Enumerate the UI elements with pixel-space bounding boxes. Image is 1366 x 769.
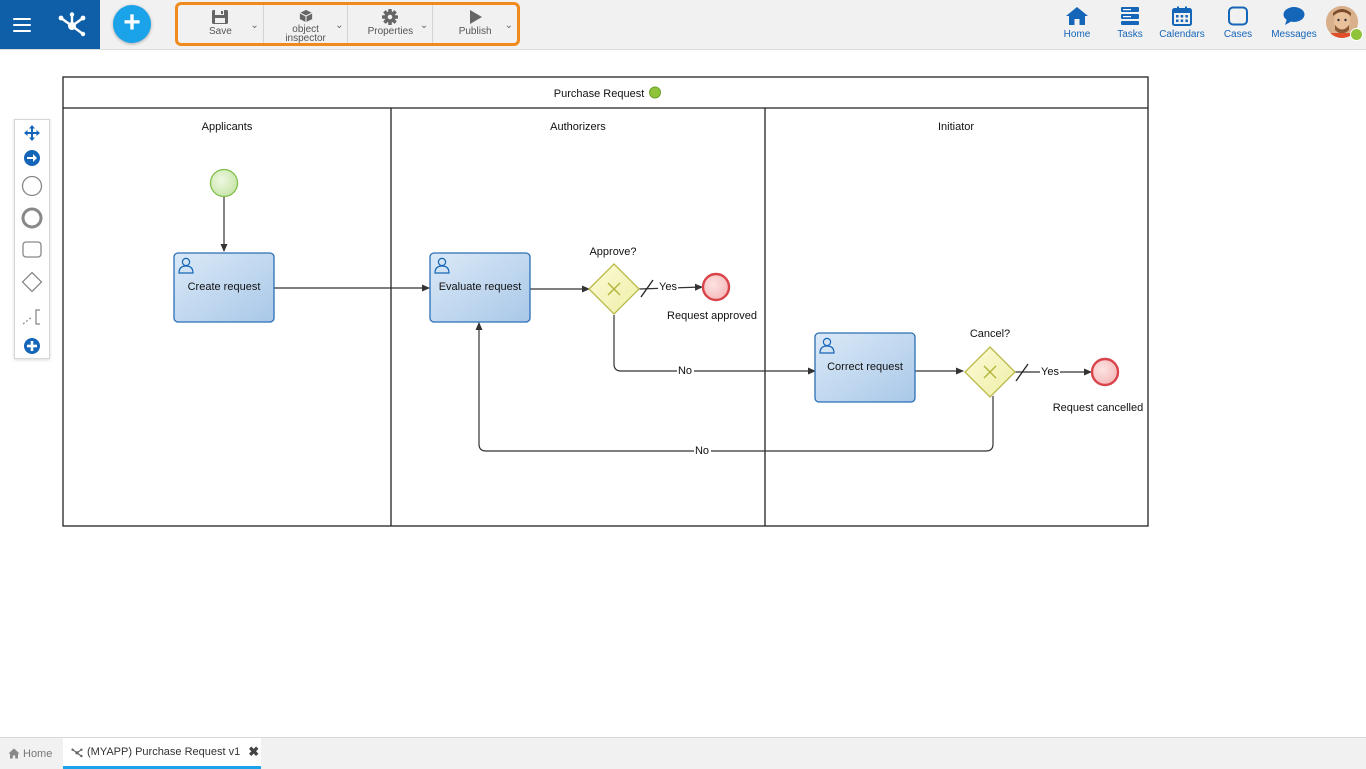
- pool-status-dot: [649, 86, 661, 99]
- add-button[interactable]: +: [113, 5, 151, 43]
- task-create-label: Create request: [188, 281, 261, 293]
- task-create-request[interactable]: Create request: [173, 252, 275, 323]
- properties-label: Properties: [367, 26, 414, 37]
- publish-button[interactable]: Publish ⌄: [432, 5, 517, 43]
- chevron-down-icon[interactable]: ⌄: [250, 20, 258, 31]
- object-inspector-button[interactable]: object inspector ⌄: [262, 5, 348, 44]
- nav-cases[interactable]: Cases: [1224, 6, 1252, 40]
- nav-cases-label: Cases: [1223, 29, 1253, 40]
- tab-purchase-request[interactable]: (MYAPP) Purchase Request v1 ✖: [63, 738, 261, 769]
- online-status-dot: [1350, 28, 1363, 41]
- end-event-approved[interactable]: [701, 272, 731, 302]
- play-icon: [470, 10, 483, 24]
- nav-calendars-label: Calendars: [1159, 29, 1205, 40]
- save-label: Save: [208, 26, 232, 37]
- gateway-approve-label: Approve?: [589, 246, 636, 258]
- publish-label: Publish: [458, 26, 492, 37]
- home-icon: [8, 748, 20, 759]
- end-event-approved-label: Request approved: [667, 310, 757, 322]
- flow-label-yes-approve: Yes: [659, 281, 677, 293]
- home-icon: [1066, 7, 1088, 25]
- menu-button[interactable]: [0, 0, 44, 49]
- tab-home[interactable]: Home: [8, 738, 52, 769]
- chevron-down-icon[interactable]: ⌄: [505, 20, 513, 31]
- end-event-cancelled[interactable]: [1090, 357, 1120, 387]
- process-icon: [71, 748, 83, 757]
- cases-icon: [1228, 6, 1248, 26]
- save-button[interactable]: Save ⌄: [178, 5, 263, 43]
- tab-purchase-request-label: (MYAPP) Purchase Request v1: [87, 746, 241, 758]
- chevron-down-icon[interactable]: ⌄: [420, 20, 428, 31]
- hamburger-icon: [13, 17, 31, 32]
- bpmn-diagram-canvas[interactable]: Purchase Request Applicants Authorizers …: [0, 50, 1366, 736]
- tasks-icon: [1121, 7, 1139, 25]
- nav-messages[interactable]: Messages: [1271, 6, 1317, 40]
- tab-home-label: Home: [23, 747, 53, 760]
- nav-messages-label: Messages: [1271, 29, 1317, 40]
- lane-initiator: Initiator: [938, 121, 974, 133]
- nav-home-label: Home: [1063, 29, 1091, 40]
- task-evaluate-label: Evaluate request: [439, 281, 522, 293]
- top-bar: + Save ⌄ object inspector ⌄ Properties ⌄…: [0, 0, 1366, 50]
- properties-button[interactable]: Properties ⌄: [347, 5, 432, 43]
- gear-icon: [382, 9, 399, 25]
- chat-bubble-icon: [1283, 7, 1305, 25]
- pool-title: Purchase Request: [554, 88, 645, 100]
- flow-label-no-approve: No: [678, 365, 692, 377]
- lane-authorizers: Authorizers: [550, 121, 606, 133]
- editor-toolbar: Save ⌄ object inspector ⌄ Properties ⌄ P…: [175, 2, 520, 46]
- app-logo[interactable]: [44, 0, 100, 49]
- lane-applicants: Applicants: [202, 121, 253, 133]
- nav-tasks[interactable]: Tasks: [1116, 6, 1144, 40]
- task-evaluate-request[interactable]: Evaluate request: [429, 252, 531, 323]
- gateway-cancel-label: Cancel?: [970, 328, 1010, 340]
- task-correct-label: Correct request: [827, 361, 903, 373]
- task-correct-request[interactable]: Correct request: [814, 332, 916, 403]
- cube-icon: [299, 9, 312, 23]
- save-icon: [212, 10, 229, 24]
- flow-label-yes-cancel: Yes: [1041, 366, 1059, 378]
- chevron-down-icon[interactable]: ⌄: [335, 20, 343, 31]
- flow-label-no-cancel: No: [695, 445, 709, 457]
- close-icon[interactable]: ✖: [248, 744, 259, 760]
- bottom-tab-bar: Home (MYAPP) Purchase Request v1 ✖: [0, 737, 1366, 769]
- object-inspector-label-2: inspector: [285, 33, 326, 44]
- end-event-cancelled-label: Request cancelled: [1053, 402, 1144, 414]
- nav-calendars[interactable]: Calendars: [1159, 6, 1205, 40]
- nav-tasks-label: Tasks: [1117, 29, 1143, 40]
- nav-home[interactable]: Home: [1062, 6, 1092, 40]
- calendar-icon: [1172, 6, 1192, 26]
- logo-icon: [58, 11, 86, 36]
- start-event[interactable]: [209, 168, 239, 198]
